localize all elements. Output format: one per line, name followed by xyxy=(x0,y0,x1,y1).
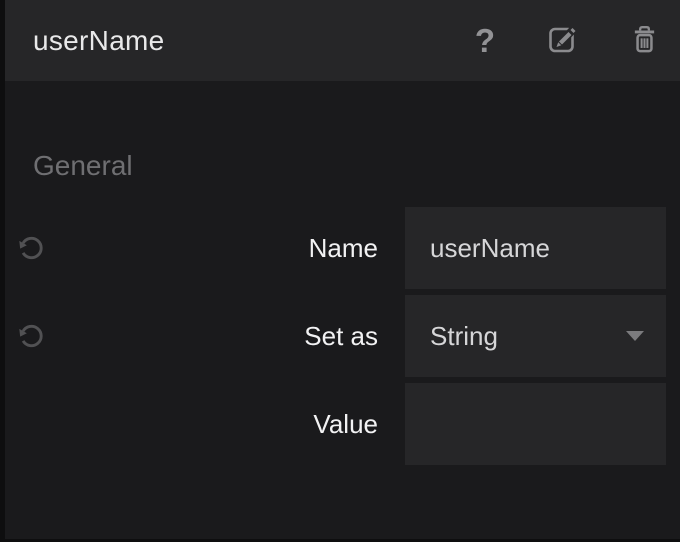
property-row-set-as: Set as String xyxy=(0,295,680,377)
value-field xyxy=(405,383,666,465)
chevron-down-icon xyxy=(626,331,644,341)
section-title-general: General xyxy=(33,150,133,182)
edit-icon xyxy=(547,23,579,58)
panel-header: userName ? xyxy=(0,0,680,81)
name-field xyxy=(405,207,666,289)
edit-button[interactable] xyxy=(547,23,579,58)
set-as-selected-value: String xyxy=(430,321,626,352)
property-row-name: Name xyxy=(0,207,680,289)
value-field-label: Value xyxy=(0,383,378,465)
header-actions: ? xyxy=(475,0,658,81)
set-as-dropdown[interactable]: String xyxy=(405,295,666,377)
set-as-field-label: Set as xyxy=(0,295,378,377)
name-input[interactable] xyxy=(405,207,666,289)
delete-button[interactable] xyxy=(631,24,658,58)
value-input[interactable] xyxy=(405,383,666,465)
property-row-value: Value xyxy=(0,383,680,465)
panel-title: userName xyxy=(33,25,165,57)
panel-left-edge xyxy=(0,0,5,542)
name-field-label: Name xyxy=(0,207,378,289)
help-icon: ? xyxy=(475,24,495,57)
help-button[interactable]: ? xyxy=(475,24,495,57)
trash-icon xyxy=(631,24,658,58)
